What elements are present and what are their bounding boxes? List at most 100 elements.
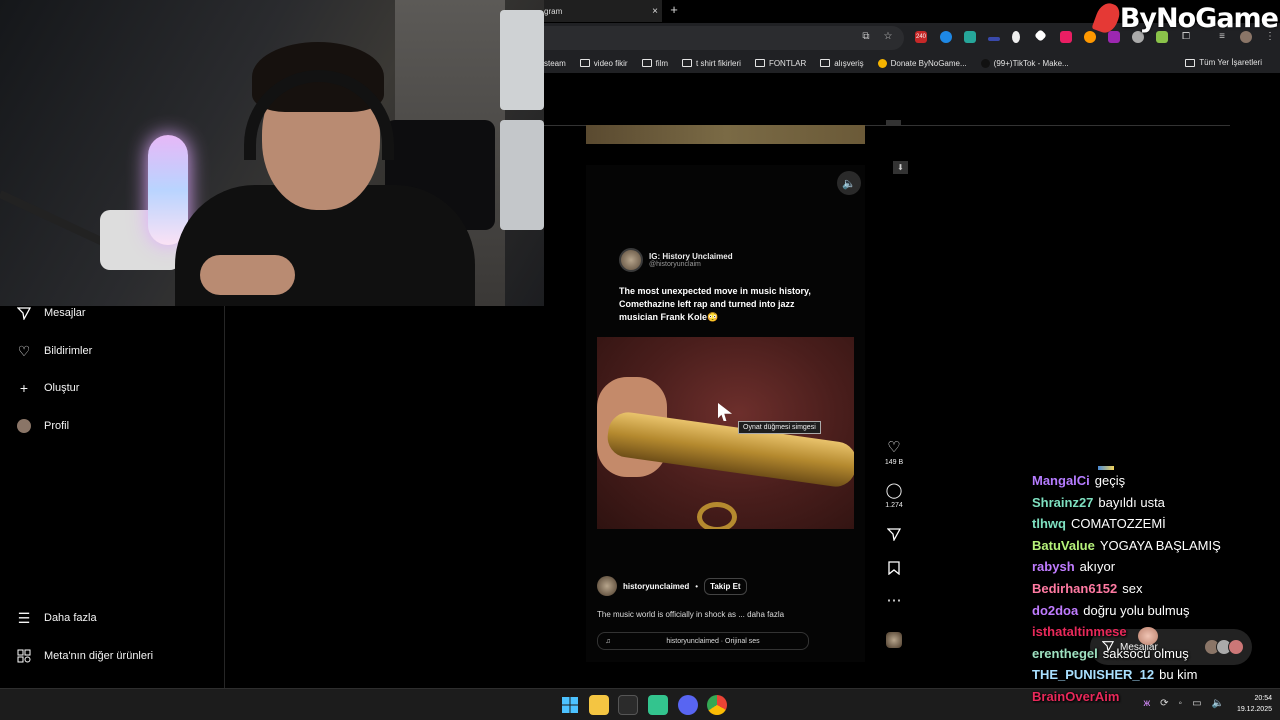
save-button[interactable] [880,561,908,579]
embedded-post-header: IG: History Unclaimed @historyunclaim [619,248,733,272]
sidebar-item-profile[interactable]: Profil [16,418,69,434]
extension-icon[interactable] [1084,31,1096,43]
follow-button[interactable]: Takip Et [704,577,747,595]
previous-reel-media [586,125,865,144]
chat-message: THE_PUNISHER_12 bu kim [1032,667,1272,689]
bookmark-item[interactable]: FONTLAR [754,58,807,68]
chat-text: bu kim [1159,667,1198,683]
audio-thumbnail[interactable] [880,632,908,648]
address-bar[interactable] [544,26,904,50]
send-icon [886,527,902,545]
chat-text: akıyor [1079,559,1116,575]
extension-icon[interactable] [1012,31,1020,43]
new-tab-button[interactable]: + [666,2,682,18]
close-tab-icon[interactable]: × [648,6,662,17]
chat-username[interactable]: rabysh [1032,559,1075,574]
author-name[interactable]: historyunclaimed [623,582,689,591]
chat-username[interactable]: erenthegel [1032,646,1098,661]
audio-thumb-image [886,632,902,648]
more-horiz-icon: ⋯ [886,592,902,609]
webcam-overlay [0,0,544,306]
sidebar-item-more[interactable]: ☰ Daha fazla [16,610,97,626]
scroll-up-arrow[interactable] [886,120,901,126]
plus-icon: + [19,380,29,396]
app-icon[interactable] [648,695,668,715]
logo-text: ByNoGame [1119,2,1279,34]
folder-icon [682,59,693,67]
folder-icon [641,59,652,67]
chat-message: erenthegel saksocu olmuş [1032,646,1272,668]
terminal-icon[interactable] [618,695,638,715]
all-bookmarks-button[interactable]: Tüm Yer İşaretleri [1185,58,1262,67]
streamer-hand [200,255,295,295]
browser-tab[interactable]: gram × [544,0,662,22]
sidebar-item-create[interactable]: + Oluştur [16,380,80,396]
bookmark-label: FONTLAR [768,58,807,68]
profile-icon [16,418,32,434]
like-button[interactable]: ♡ 149 B [880,440,908,467]
chrome-icon[interactable] [707,695,727,715]
comment-button[interactable]: ◯ 1.274 [880,483,908,510]
start-windows-icon[interactable] [560,695,580,715]
bookmark-item[interactable]: (99+)TikTok - Make... [980,58,1069,68]
chat-username[interactable]: BatuValue [1032,538,1095,553]
chat-username[interactable]: MangalCi [1032,473,1090,488]
chat-username[interactable]: THE_PUNISHER_12 [1032,667,1154,682]
extension-icon[interactable] [1034,29,1047,42]
tab-title: gram [544,6,563,16]
rgb-microphone [148,135,188,245]
sidebar-item-meta-products[interactable]: Meta'nın diğer ürünleri [16,648,153,664]
more-options-button[interactable]: ⋯ [880,593,908,609]
discord-icon[interactable] [678,695,698,715]
sidebar-item-label: Mesajlar [44,307,86,319]
embedded-post-name: IG: History Unclaimed [649,252,733,261]
separator-dot: • [695,581,699,591]
extension-icon[interactable] [988,37,1000,41]
bookmark-item[interactable]: film [641,59,668,68]
bookmark-item[interactable]: steam [544,59,566,68]
author-avatar[interactable] [597,576,617,596]
embedded-post-text: The most unexpected move in music histor… [619,286,811,322]
bookmark-item[interactable]: Donate ByNoGame... [877,58,967,68]
sidebar-item-label: Bildirimler [44,345,93,357]
bookmark-item[interactable]: alışveriş [820,59,864,68]
install-app-icon[interactable]: ⧉ [860,31,872,43]
reel-video[interactable]: Oynat düğmesi simgesi [597,337,854,529]
folder-icon [1185,58,1196,67]
chat-text: YOGAYA BAŞLAMIŞ [1099,537,1221,553]
extension-calendar-icon[interactable]: 240 [915,31,927,43]
chat-username[interactable]: do2doa [1032,603,1078,618]
extension-icon[interactable] [964,31,976,43]
sidebar-item-notifications[interactable]: ♡ Bildirimler [16,342,93,359]
heart-icon: ♡ [17,342,31,359]
audio-pill[interactable]: ♫ historyunclaimed · Orijinal ses [597,632,809,650]
chat-username[interactable]: tlhwq [1032,516,1066,531]
share-button[interactable] [880,527,908,545]
file-explorer-icon[interactable] [589,695,609,715]
scroll-down-arrow[interactable]: ⬇ [893,161,908,174]
send-icon [16,305,32,321]
sidebar-item-label: Meta'nın diğer ürünleri [44,650,154,662]
flag-emote [1098,466,1114,470]
comment-count: 1.274 [885,502,903,509]
extension-icon[interactable] [940,31,952,43]
bookmark-star-icon[interactable]: ☆ [882,31,894,43]
sidebar-item-label: Profil [44,420,70,432]
bookmarks-bar: steam video fikir film t shirt fikirleri FON… [544,53,1280,73]
reel-caption[interactable]: The music world is officially in shock a… [597,610,784,619]
chat-username[interactable]: Bedirhan6152 [1032,581,1117,596]
bookmark-item[interactable]: t shirt fikirleri [682,59,741,68]
chat-username[interactable]: BrainOverAim [1032,689,1119,704]
meta-icon [16,648,32,664]
mute-button[interactable]: 🔈 [837,171,861,195]
chat-text: COMATOZZEMİ [1070,516,1166,532]
chat-username[interactable]: isthataltinmese [1032,624,1127,639]
chat-message: rabysh akıyor [1032,559,1272,581]
audio-label: historyunclaimed · Orijinal ses [666,637,760,645]
extension-icon[interactable] [1060,31,1072,43]
bookmark-item[interactable]: video fikir [579,59,628,68]
bookmark-icon [888,561,900,579]
chat-username[interactable]: Shrainz27 [1032,495,1093,510]
sidebar-item-messages[interactable]: Mesajlar [16,305,86,321]
folder-icon [754,59,765,67]
